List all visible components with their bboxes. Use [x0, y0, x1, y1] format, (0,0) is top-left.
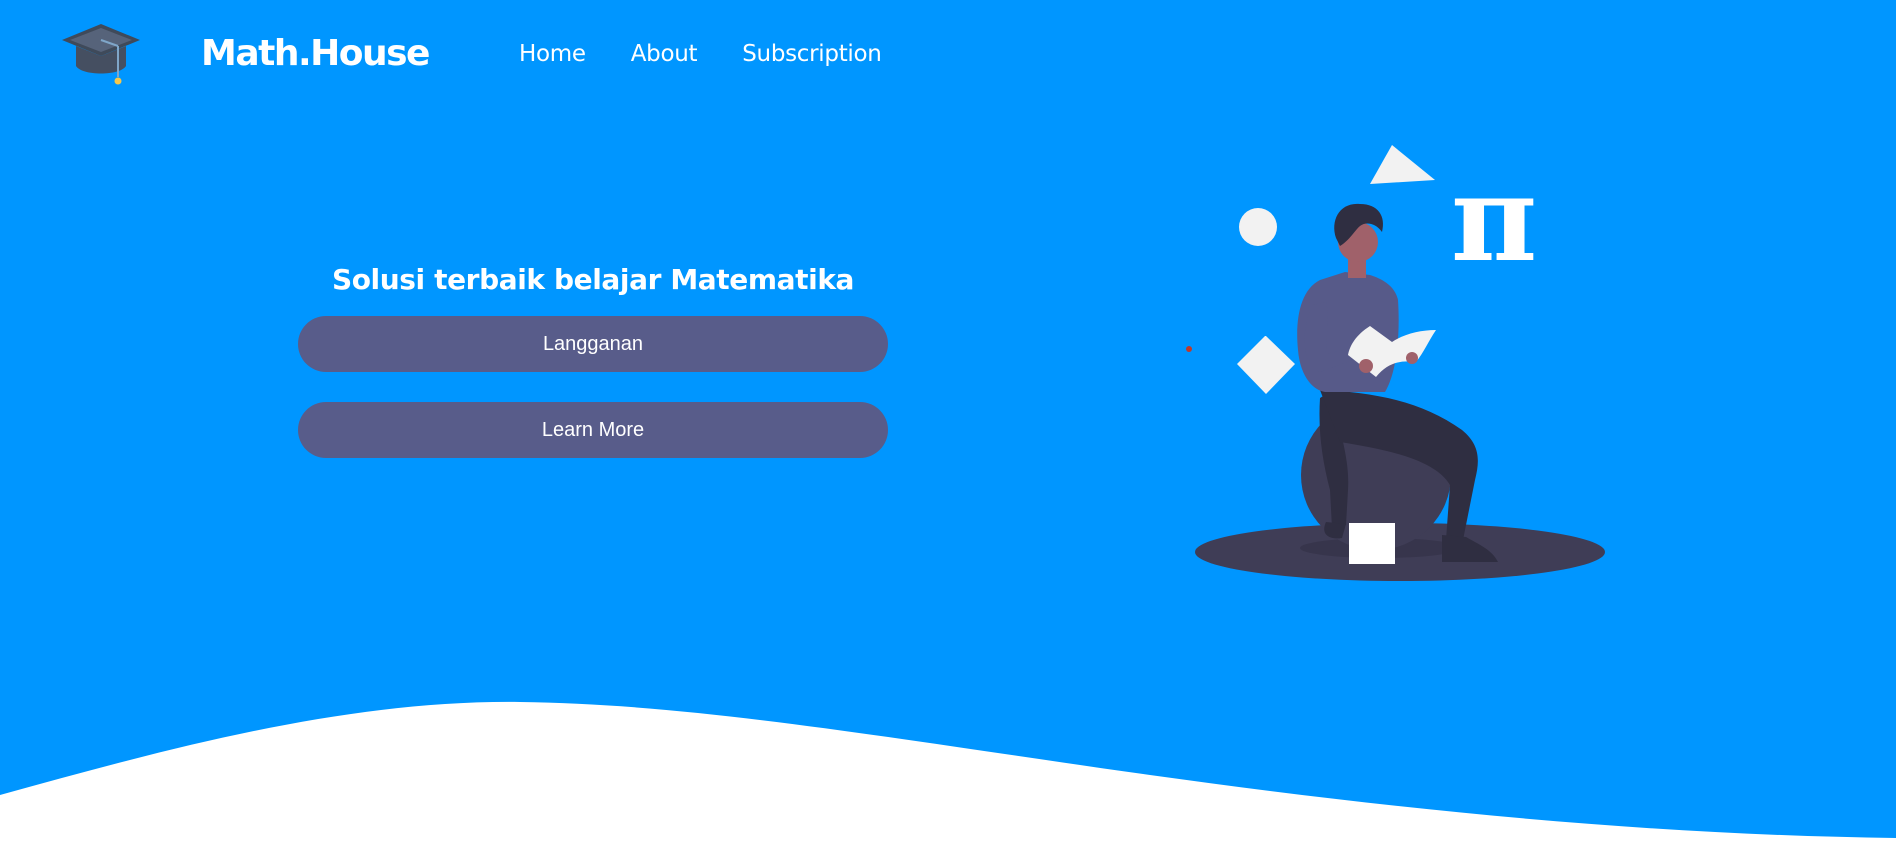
triangle-shape: [1370, 145, 1435, 184]
graduation-cap-icon[interactable]: [60, 22, 142, 88]
brand-name[interactable]: Math.House: [201, 32, 430, 76]
nav-subscription-link[interactable]: Subscription: [742, 38, 882, 70]
square-shape: [1237, 336, 1295, 394]
reading-person-illustration: π: [1186, 145, 1605, 581]
main-nav: Home About Subscription: [519, 38, 882, 70]
learn-more-button[interactable]: Learn More: [298, 402, 888, 458]
floor-box: [1349, 523, 1395, 564]
pi-symbol: π: [1451, 149, 1537, 288]
landing-page: Math.House Home About Subscription Solus…: [0, 0, 1896, 866]
nav-home-link[interactable]: Home: [519, 38, 586, 70]
hero-tagline: Solusi terbaik belajar Matematika: [331, 263, 855, 296]
circle-shape: [1239, 208, 1277, 246]
subscribe-button[interactable]: Langganan: [298, 316, 888, 372]
nav-about-link[interactable]: About: [631, 38, 698, 70]
